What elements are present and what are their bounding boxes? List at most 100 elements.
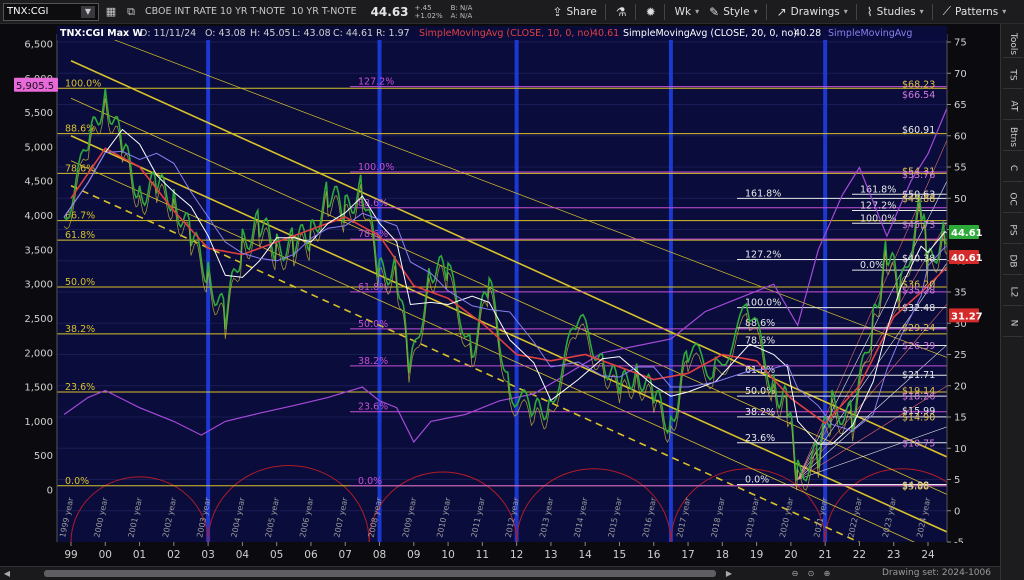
fib-set-2-label: 127.2%: [358, 77, 394, 88]
change-percent: +1.02%: [414, 11, 443, 20]
fib-price-label: $35.28: [902, 285, 935, 296]
right-tab-label: C: [1007, 164, 1018, 171]
brush-icon: ✎: [709, 4, 720, 19]
legend-item-10: 40.28: [794, 28, 821, 39]
fib-set-3-label: 161.8%: [745, 188, 781, 199]
legend-item-8: 40.61: [592, 28, 619, 39]
right-tab-l2[interactable]: L2: [1003, 278, 1023, 306]
gear-icon: ✹: [645, 4, 656, 19]
legend-item-9: SimpleMovingAvg (CLOSE, 20, 0, no): [623, 28, 797, 39]
share-icon: ⇪: [552, 4, 563, 19]
zoom-out-icon[interactable]: ⊖: [790, 568, 800, 579]
right-tick-label: 0: [954, 506, 960, 517]
right-tick-label: 20: [954, 381, 967, 392]
x-tick-label: 99: [64, 549, 77, 561]
bottom-axis-bg: [0, 543, 1000, 568]
drawing-set-label: Drawing set: 2024-1006: [882, 568, 991, 578]
fib-set-3-label: 127.2%: [745, 250, 781, 261]
symbol-selector[interactable]: TNX:CGI ▼: [3, 2, 99, 21]
lock-icon[interactable]: ⧉: [123, 4, 139, 20]
right-tick-label: 35: [954, 288, 967, 299]
link-icon[interactable]: ▦: [103, 4, 119, 20]
scroll-right-icon[interactable]: ▶: [724, 568, 734, 579]
right-tab-label: AT: [1008, 100, 1018, 111]
studies-button[interactable]: ⌇ Studies ▾: [867, 5, 924, 19]
zoom-reset-icon[interactable]: ⊙: [806, 568, 816, 579]
symbol-dropdown-icon[interactable]: ▼: [81, 5, 95, 18]
right-tab-label: OC: [1008, 191, 1018, 206]
studies-icon: ⌇: [866, 4, 873, 19]
divider: [765, 3, 767, 20]
x-tick-label: 13: [544, 549, 557, 561]
time-scrollbar[interactable]: ◀ ▶ ⊖ ⊙ ⊕ Drawing set: 2024-1006: [0, 566, 1000, 580]
x-tick-label: 01: [133, 549, 146, 561]
fib-price-label: $29.24: [902, 323, 935, 334]
style-button[interactable]: ✎ Style ▾: [709, 5, 757, 19]
flask-button[interactable]: ⚗: [616, 5, 627, 19]
right-tab-ts[interactable]: TS: [1003, 61, 1023, 89]
x-tick-label: 12: [510, 549, 523, 561]
patterns-button[interactable]: ⟋ Patterns ▾: [943, 4, 1007, 19]
fib-set-2-label: 61.8%: [358, 282, 388, 293]
right-tab-n[interactable]: N: [1003, 309, 1023, 337]
zoom-in-icon[interactable]: ⊕: [822, 568, 832, 579]
left-tick-label: 2,000: [24, 348, 53, 359]
legend-item-2: O: 43.08: [205, 28, 246, 39]
x-tick-label: 16: [647, 549, 661, 561]
drawings-label: Drawings: [790, 5, 840, 18]
x-tick-label: 11: [476, 549, 489, 561]
legend-item-11: SimpleMovingAvg: [828, 28, 912, 39]
right-tab-btns[interactable]: Btns: [1003, 123, 1023, 151]
price-chart[interactable]: 100.0% 88.6% 78.6% 66.7% 61.8% 50.0% 38.2% 23.6…: [0, 24, 1000, 568]
cycle-marker: [514, 34, 519, 542]
fib-price-label: $21.71: [902, 370, 935, 381]
studies-label: Studies: [876, 5, 916, 18]
drawings-button[interactable]: ↗ Drawings ▾: [777, 5, 848, 19]
left-tick-label: 5,500: [24, 108, 53, 119]
settings-button[interactable]: ✹: [646, 5, 656, 19]
fib-price-label: $18.26: [902, 392, 935, 403]
period-label: Wk: [674, 5, 692, 18]
right-tab-oc[interactable]: OC: [1003, 185, 1023, 213]
left-tick-label: 500: [34, 451, 53, 462]
legend-item-5: C: 44.61: [333, 28, 373, 39]
spx-badge-label: 5,905.5: [16, 81, 54, 92]
right-tick-label: 15: [954, 413, 967, 424]
right-tab-tools[interactable]: Tools: [1003, 30, 1023, 58]
x-tick-label: 15: [613, 549, 626, 561]
period-selector[interactable]: Wk ▾: [675, 6, 699, 18]
right-tab-db[interactable]: DB: [1003, 247, 1023, 275]
scrollbar-thumb[interactable]: [44, 570, 716, 577]
cycle-marker: [668, 34, 673, 542]
share-label: Share: [566, 5, 597, 18]
x-tick-label: 10: [441, 549, 454, 561]
left-tick-label: 4,000: [24, 211, 53, 222]
price-badge-label: 31.27: [951, 311, 983, 322]
x-tick-label: 02: [167, 549, 180, 561]
left-tick-label: 3,500: [24, 245, 53, 256]
right-tick-label: 75: [954, 38, 967, 49]
fib-price-label: $68.23: [902, 79, 935, 90]
fib-set-1-label: 23.6%: [65, 382, 95, 393]
x-tick-label: 05: [270, 549, 283, 561]
x-tick-label: 08: [373, 549, 386, 561]
plot-area[interactable]: [57, 34, 947, 542]
fib-set-1-label: 100.0%: [65, 78, 101, 89]
share-button[interactable]: ⇪ Share: [552, 5, 596, 19]
chevron-down-icon: ▾: [843, 7, 848, 16]
fib-price-label: $10.75: [902, 439, 935, 450]
left-tick-label: 1,000: [24, 417, 53, 428]
right-tick-label: 25: [954, 350, 967, 361]
scroll-left-icon[interactable]: ◀: [2, 568, 12, 579]
right-tab-c[interactable]: C: [1003, 154, 1023, 182]
fib-price-label: $66.54: [902, 90, 935, 101]
right-tab-ps[interactable]: PS: [1003, 216, 1023, 244]
symbol-short-name: 10 YR T-NOTE: [291, 6, 357, 17]
fib-set-2-label: 50.0%: [358, 319, 388, 330]
right-tab-at[interactable]: AT: [1003, 92, 1023, 120]
fib-set-1-label: 50.0%: [65, 277, 95, 288]
divider: [634, 3, 636, 20]
fib-price-label: $45.73: [902, 220, 935, 231]
fib-price-label: $60.91: [902, 125, 935, 136]
price-badge-label: 40.61: [951, 253, 983, 264]
